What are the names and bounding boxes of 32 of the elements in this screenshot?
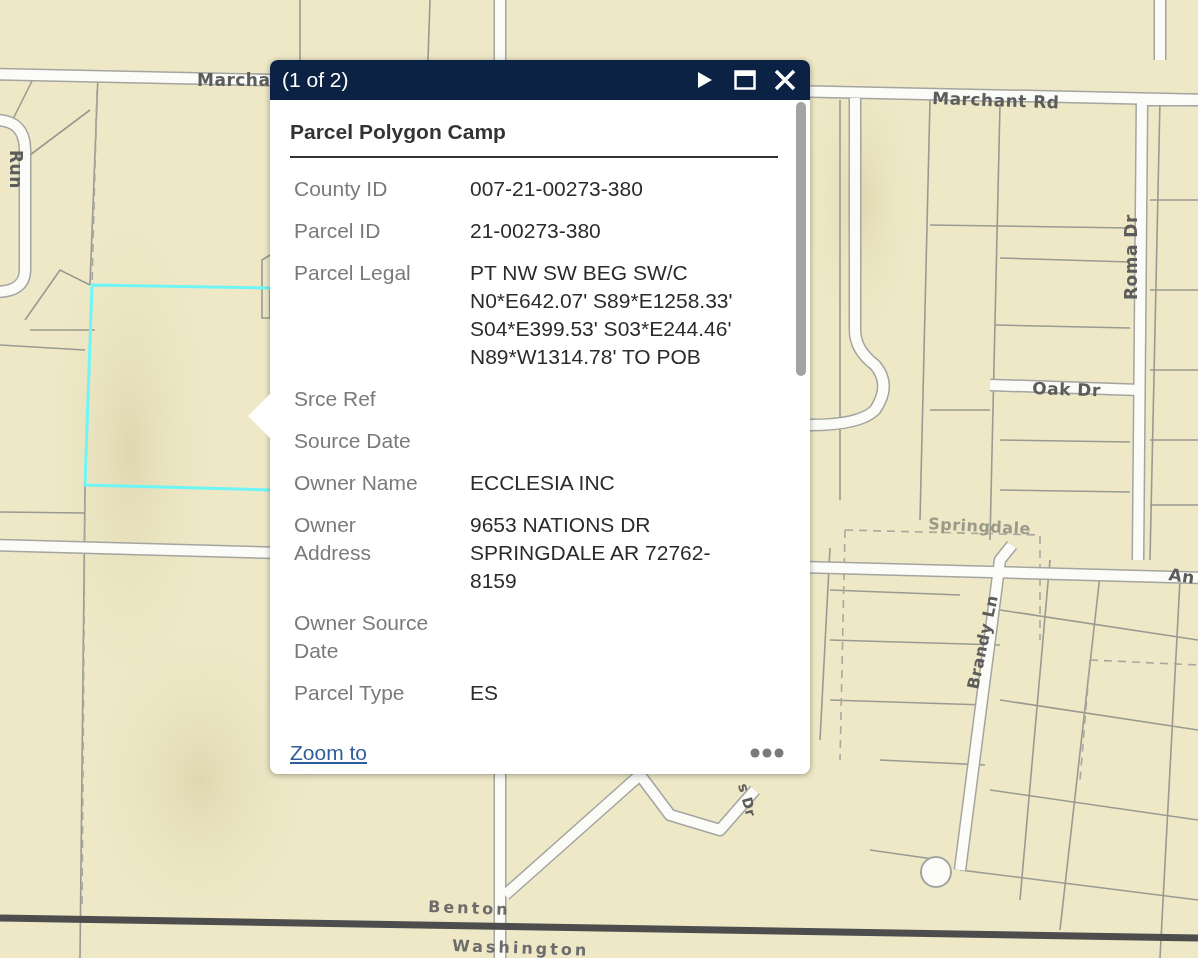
zoom-to-link[interactable]: Zoom to: [290, 741, 368, 765]
field-label: Owner Address: [293, 512, 373, 566]
field-label: County ID: [293, 176, 389, 202]
pager-text: (1 of 2): [282, 68, 350, 92]
map-label: Run: [6, 150, 26, 189]
close-icon: [774, 69, 796, 91]
more-icon[interactable]: [750, 748, 784, 758]
field-value: ES: [470, 681, 498, 704]
field-label: Parcel Legal: [293, 260, 412, 286]
play-icon: [697, 71, 713, 89]
field-label: Srce Ref: [293, 386, 377, 412]
map-label: Marcha: [197, 70, 271, 90]
map-label: Brandy Ln: [963, 593, 1002, 691]
map-label: Marchant Rd: [931, 88, 1060, 113]
maximize-icon: [734, 70, 756, 90]
map-label: An: [1167, 564, 1197, 588]
map-label: s Dr: [735, 781, 760, 819]
map-label: Springdale: [927, 514, 1032, 539]
scrollbar-thumb[interactable]: [796, 102, 806, 376]
field-value: 007-21-00273-380: [470, 177, 643, 200]
map-label: Roma Dr: [1121, 214, 1141, 300]
map-label: Oak Dr: [1031, 378, 1102, 401]
field-value: 21-00273-380: [470, 219, 601, 242]
field-value: PT NW SW BEG SW/C N0*E642.07' S89*E1258.33' S04*E399.53' S03*E244.46' N89*W1314.78' TO POB: [470, 261, 733, 368]
field-label: Source Date: [293, 428, 412, 454]
field-label: Owner Name: [293, 470, 419, 496]
field-value: 9653 NATIONS DR SPRINGDALE AR 72762- 8159: [470, 513, 711, 592]
popup-title: Parcel Polygon Camp: [290, 114, 778, 158]
field-label: Parcel ID: [293, 218, 382, 244]
field-label: Parcel Type: [293, 680, 406, 706]
field-value: ECCLESIA INC: [470, 471, 615, 494]
field-label: Owner Source Date: [293, 610, 430, 664]
